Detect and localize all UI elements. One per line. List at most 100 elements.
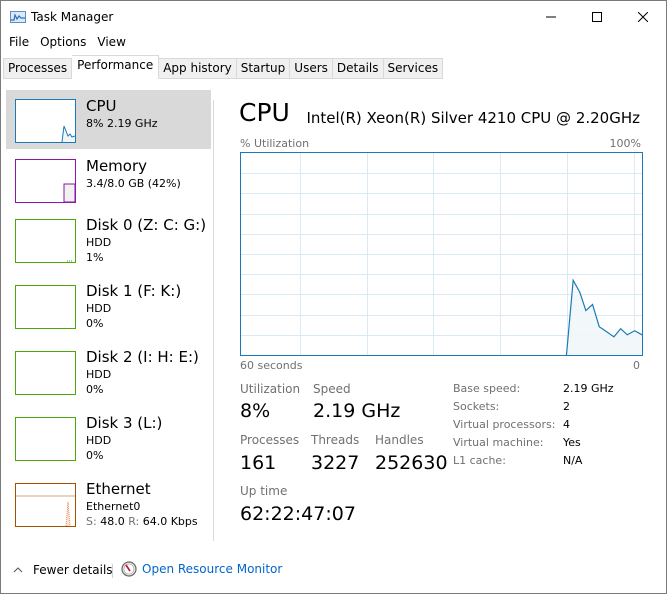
graph-y-min: 0 <box>633 359 640 372</box>
sidebar-item-disk-3[interactable]: Disk 3 (L:) HDD 0% <box>6 408 211 474</box>
sidebar-disk-1-type: HDD <box>86 302 112 315</box>
uptime-value: 62:22:47:07 <box>240 503 356 525</box>
disk-0-thumbnail-graph <box>15 219 76 263</box>
task-manager-window: Task Manager File Options View Processes… <box>0 0 667 594</box>
tab-startup[interactable]: Startup <box>236 58 291 79</box>
menu-options[interactable]: Options <box>32 34 86 54</box>
cpu-graph-svg <box>241 153 643 356</box>
cpu-utilization-area <box>566 280 642 355</box>
ethernet-thumbnail-line <box>16 495 75 526</box>
ethernet-send-label: S: <box>86 515 97 528</box>
title-bar[interactable]: Task Manager <box>1 1 666 33</box>
close-icon <box>638 12 648 22</box>
tab-performance[interactable]: Performance <box>72 55 160 79</box>
utilization-value: 8% <box>240 400 271 422</box>
sidebar-item-memory[interactable]: Memory 3.4/8.0 GB (42%) <box>6 149 211 210</box>
sidebar-disk-3-usage: 0% <box>86 449 104 462</box>
ethernet-thumbnail-graph <box>15 483 76 527</box>
sidebar-disk-2-type: HDD <box>86 368 112 381</box>
l1-cache-label: L1 cache: <box>453 454 506 467</box>
ethernet-send-value: 48.0 <box>100 515 125 528</box>
main-title: CPU <box>239 98 290 127</box>
window-title: Task Manager <box>31 10 114 24</box>
sockets-label: Sockets: <box>453 400 500 413</box>
sidebar-item-ethernet[interactable]: Ethernet Ethernet0 S: 48.0 R: 64.0 Kbps <box>6 474 211 540</box>
l1-cache-value: N/A <box>563 454 583 467</box>
virtual-processors-label: Virtual processors: <box>453 418 556 431</box>
open-resource-monitor-link[interactable]: Open Resource Monitor <box>121 561 282 577</box>
minimize-icon <box>546 16 556 18</box>
base-speed-label: Base speed: <box>453 382 521 395</box>
graph-x-label: 60 seconds <box>240 359 303 372</box>
tab-users[interactable]: Users <box>290 58 333 79</box>
tab-app-history[interactable]: App history <box>159 58 237 79</box>
threads-value: 3227 <box>311 452 360 474</box>
sidebar-disk-1-name: Disk 1 (F: K:) <box>86 282 182 300</box>
resource-monitor-icon <box>121 561 137 577</box>
chevron-up-icon <box>13 567 23 573</box>
speed-label: Speed <box>313 382 351 396</box>
virtual-machine-label: Virtual machine: <box>453 436 544 449</box>
disk-2-thumbnail-graph <box>15 351 76 395</box>
fewer-details-label: Fewer details <box>33 563 113 577</box>
menu-file[interactable]: File <box>1 34 29 54</box>
processes-label: Processes <box>240 433 300 447</box>
memory-thumbnail-fill <box>63 183 75 202</box>
sockets-value: 2 <box>563 400 570 413</box>
sidebar-divider <box>213 100 214 541</box>
menu-bar: File Options View <box>1 34 129 54</box>
footer-separator <box>112 564 113 578</box>
maximize-icon <box>592 12 602 22</box>
ethernet-recv-value: 64.0 Kbps <box>142 515 198 528</box>
sidebar-item-disk-0[interactable]: Disk 0 (Z: C: G:) HDD 1% <box>6 210 211 276</box>
sidebar-item-disk-2[interactable]: Disk 2 (I: H: E:) HDD 0% <box>6 342 211 408</box>
sidebar-disk-2-usage: 0% <box>86 383 104 396</box>
disk-1-thumbnail-graph <box>15 285 76 329</box>
graph-y-label: % Utilization <box>240 137 310 150</box>
tab-services[interactable]: Services <box>383 58 444 79</box>
sidebar-disk-1-usage: 0% <box>86 317 104 330</box>
sidebar-ethernet-name: Ethernet <box>86 480 151 498</box>
minimize-button[interactable] <box>528 1 574 33</box>
footer: Fewer details Open Resource Monitor <box>1 557 666 583</box>
graph-y-max: 100% <box>609 137 641 150</box>
speed-value: 2.19 GHz <box>313 400 401 422</box>
cpu-model-name: Intel(R) Xeon(R) Silver 4210 CPU @ 2.20G… <box>306 109 640 127</box>
sidebar-ethernet-adapter: Ethernet0 <box>86 500 141 513</box>
open-resource-monitor-label: Open Resource Monitor <box>142 562 283 576</box>
maximize-button[interactable] <box>574 1 620 33</box>
sidebar-memory-usage: 3.4/8.0 GB (42%) <box>86 177 181 190</box>
sidebar-disk-3-type: HDD <box>86 434 112 447</box>
sidebar-ethernet-rate: S: 48.0 R: 64.0 Kbps <box>86 515 198 528</box>
handles-value: 252630 <box>375 452 448 474</box>
performance-sidebar: CPU 8% 2.19 GHz Memory 3.4/8.0 GB (42%) … <box>6 90 211 540</box>
close-button[interactable] <box>620 1 666 33</box>
sidebar-cpu-usage: 8% 2.19 GHz <box>86 117 158 130</box>
memory-thumbnail-graph <box>15 159 76 203</box>
sidebar-disk-0-usage: 1% <box>86 251 104 264</box>
tab-details[interactable]: Details <box>332 58 384 79</box>
disk-0-thumbnail-line <box>67 260 73 262</box>
uptime-label: Up time <box>240 484 288 498</box>
sidebar-item-cpu[interactable]: CPU 8% 2.19 GHz <box>6 90 211 149</box>
cpu-thumbnail-line <box>61 125 75 142</box>
processes-value: 161 <box>240 452 277 474</box>
sidebar-disk-0-name: Disk 0 (Z: C: G:) <box>86 216 207 234</box>
sidebar-disk-3-name: Disk 3 (L:) <box>86 414 163 432</box>
ethernet-recv-label: R: <box>128 515 140 528</box>
virtual-machine-value: Yes <box>563 436 581 449</box>
base-speed-value: 2.19 GHz <box>563 382 614 395</box>
handles-label: Handles <box>375 433 424 447</box>
sidebar-cpu-name: CPU <box>86 97 117 115</box>
disk-3-thumbnail-graph <box>15 417 76 461</box>
task-manager-app-icon <box>10 11 26 23</box>
sidebar-disk-2-name: Disk 2 (I: H: E:) <box>86 348 199 366</box>
sidebar-disk-0-type: HDD <box>86 236 112 249</box>
tab-processes[interactable]: Processes <box>3 58 73 79</box>
utilization-label: Utilization <box>240 382 301 396</box>
tab-bar: Processes Performance App history Startu… <box>3 55 444 79</box>
sidebar-item-disk-1[interactable]: Disk 1 (F: K:) HDD 0% <box>6 276 211 342</box>
fewer-details-button[interactable]: Fewer details <box>13 563 113 577</box>
threads-label: Threads <box>311 433 360 447</box>
menu-view[interactable]: View <box>89 34 125 54</box>
